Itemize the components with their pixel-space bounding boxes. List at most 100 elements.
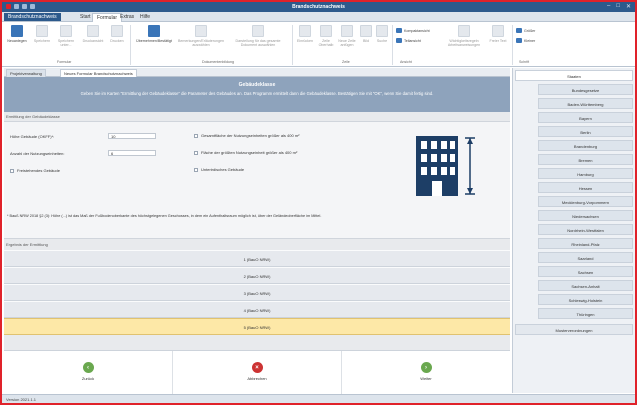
tab-hilfe[interactable]: Hilfe [136,13,154,22]
free-text-button[interactable]: Freier Text [488,25,508,43]
compact-view-button[interactable]: Kompaktansicht [396,28,430,33]
units-label: Anzahl der Nutzungseinheiten: [10,151,65,156]
rules-icon [458,25,470,37]
result-row-5[interactable]: 5 (BauO NRW) [4,318,510,335]
freestanding-checkbox[interactable]: Freistehendes Gebäude [10,168,60,173]
save-button[interactable]: Speichern [32,25,52,43]
notes-icon [195,25,207,37]
ribbon-separator [130,25,131,65]
units-input[interactable] [108,150,156,156]
sidebar-item-state[interactable]: Bundesgesetze [538,84,633,95]
back-arrow-icon: ‹ [82,362,94,373]
sidebar-item-state[interactable]: Nordrhein-Westfalen [538,224,633,235]
row-append-button[interactable]: Neue Zeile anfügen [337,25,357,47]
sidebar-item-state[interactable]: Baden-Württemberg [538,98,633,109]
tab-projektverwaltung[interactable]: Projektverwaltung [6,69,46,77]
font-larger-button[interactable]: Größer [516,28,535,33]
sidebar-item-state[interactable]: Schleswig-Holstein [538,294,633,305]
height-input[interactable] [108,133,156,139]
cancel-button[interactable]: × Abbrechen [173,351,342,394]
layout-button[interactable]: Darstellung für das gesamte Dokument aus… [228,25,288,47]
result-row-4[interactable]: 4 (BauO NRW) [4,301,510,318]
print-button[interactable]: Drucken [108,25,126,43]
ribbon: Neuanlegen Speichern Speichern unter... … [2,22,635,67]
wizard-navigation: ‹ Zurück × Abbrechen › Weiter [4,350,510,394]
next-arrow-icon: › [420,362,432,373]
sidebar-item-state[interactable]: Saarland [538,252,633,263]
result-row-3[interactable]: 3 (BauO NRW) [4,284,510,301]
law-navigator: Staaten Bundesgesetze Baden-Württemberg … [512,68,635,393]
section-title: Ermittlung der Gebäudeklasse [6,114,60,119]
input-panel: Höhe Gebäude (OKFF)*: Anzahl der Nutzung… [4,121,510,239]
back-button[interactable]: ‹ Zurück [4,351,173,394]
sidebar-item-state[interactable]: Rheinland-Pfalz [538,238,633,249]
form-description: Geben Sie im Karten "Ermittlung der Gebä… [80,91,434,96]
save-icon [36,25,48,37]
sidebar-item-state[interactable]: Hessen [538,182,633,193]
minimize-button[interactable]: – [607,3,610,10]
group-label-ansicht: Ansicht [400,60,412,64]
window-controls: – □ ✕ [607,3,631,10]
form-content: Gebäudeklasse Geben Sie im Karten "Ermit… [4,77,510,394]
partial-view-button[interactable]: Teilansicht [396,38,421,43]
notes-button[interactable]: Bemerkungen/Erläuterungen auswählen [178,25,224,47]
group-label-formular: Formular [57,60,72,64]
rules-button[interactable]: Wichtigkeitsregeln Arbeitsanweisungen [442,25,486,47]
largest-unit-checkbox[interactable]: Fläche der größten Nutzungseinheit größe… [194,150,297,155]
document-tabs: Projektverwaltung Neues Formular Brandsc… [4,68,510,77]
close-button[interactable]: ✕ [626,3,631,10]
ribbon-separator [392,25,393,65]
sidebar-item-state[interactable]: Bremen [538,154,633,165]
tab-extras[interactable]: Extras [116,13,138,22]
underground-checkbox[interactable]: Unterirdisches Gebäude [194,167,244,172]
group-label-schrift: Schrift [519,60,530,64]
tab-new-form[interactable]: Neues Formular Brandschutznachweis [60,69,137,77]
result-row-2[interactable]: 2 (BauO NRW) [4,267,510,284]
row-above-button[interactable]: Zeile Oberhalb [317,25,335,47]
save-as-button[interactable]: Speichern unter... [55,25,77,47]
height-footnote: * Bauß NRW 2018 §2 (3): Höhe (...) ist d… [7,214,322,218]
app-window: Brandschutznachweis – □ ✕ Brandschutznac… [0,0,637,405]
app-menu-tab[interactable]: Brandschutznachweis [4,13,61,21]
ribbon-separator [512,25,513,65]
total-area-checkbox[interactable]: Gesamtfläche der Nutzungseinheiten größe… [194,133,300,138]
sidebar-item-staaten[interactable]: Staaten [515,70,633,81]
search-button[interactable]: Suche [375,25,389,43]
indent-button[interactable]: Einrücken [295,25,315,43]
result-row-1[interactable]: 1 (BauO NRW) [4,250,510,267]
sidebar-item-state[interactable]: Sachsen-Anhalt [538,280,633,291]
image-icon [360,25,372,37]
maximize-button[interactable]: □ [616,3,620,10]
menu-tabs: Brandschutznachweis Start Formular Extra… [2,12,635,22]
group-label-zeile: Zeile [342,60,350,64]
search-icon [376,25,388,37]
print-preview-button[interactable]: Druckansicht [81,25,105,43]
sidebar-item-state[interactable]: Bayern [538,112,633,123]
sidebar-item-state[interactable]: Hamburg [538,168,633,179]
partial-view-icon [396,38,402,43]
status-bar: Version 2021.1.1 [2,394,635,403]
sidebar-item-state[interactable]: Mecklenburg-Vorpommern [538,196,633,207]
font-smaller-icon [516,38,522,43]
image-button[interactable]: Bild [359,25,373,43]
checkbox-box [10,168,14,173]
title-bar: Brandschutznachweis – □ ✕ [2,2,635,12]
font-smaller-button[interactable]: Kleiner [516,38,535,43]
height-label: Höhe Gebäude (OKFF)*: [10,134,55,139]
sidebar-item-state[interactable]: Berlin [538,126,633,137]
ribbon-separator [292,25,293,65]
next-button[interactable]: › Weiter [342,351,510,394]
new-button[interactable]: Neuanlegen [6,25,28,43]
confirm-button[interactable]: Übernehmen/Bestätigt [134,25,174,43]
row-above-icon [320,25,332,37]
new-document-icon [11,25,23,37]
sidebar-item-state[interactable]: Niedersachsen [538,210,633,221]
sidebar-item-state[interactable]: Brandenburg [538,140,633,151]
result-section-title: Ergebnis der Ermittlung [6,242,48,247]
sidebar-item-state[interactable]: Thüringen [538,308,633,319]
checkbox-box [194,150,198,155]
checkbox-box [194,167,198,172]
sidebar-item-musterverordnungen[interactable]: Musterverordnungen [515,324,633,335]
sidebar-item-state[interactable]: Sachsen [538,266,633,277]
free-text-icon [492,25,504,37]
